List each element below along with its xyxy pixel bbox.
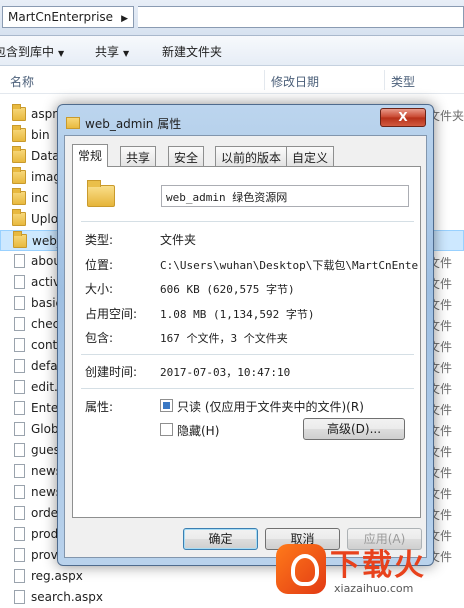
column-divider[interactable]	[384, 70, 385, 90]
file-icon	[14, 422, 25, 436]
column-type[interactable]: 类型	[391, 73, 415, 90]
file-icon	[14, 506, 25, 520]
file-name: Data	[31, 149, 60, 163]
file-icon	[14, 359, 25, 373]
breadcrumb-segment[interactable]: MartCnEnterprise	[8, 10, 113, 24]
folder-icon	[12, 209, 26, 226]
share-label: 共享	[95, 45, 120, 59]
size-value: 606 KB (620,575 字节)	[160, 283, 295, 296]
file-icon	[14, 548, 25, 562]
chevron-right-icon[interactable]: ▶	[121, 14, 128, 24]
folder-icon	[13, 231, 27, 248]
contains-value: 167 个文件，3 个文件夹	[160, 332, 288, 345]
hidden-label[interactable]: 隐藏(H)	[177, 422, 219, 439]
folder-icon	[12, 146, 26, 163]
include-in-library-label: 包含到库中	[0, 45, 55, 59]
tab-sharing[interactable]: 共享	[120, 146, 157, 166]
breadcrumb[interactable]: MartCnEnterprise ▶	[2, 6, 134, 28]
created-value: 2017-07-03，10:47:10	[160, 366, 291, 379]
location-label: 位置:	[85, 258, 114, 272]
divider	[81, 354, 414, 355]
watermark-logo-icon	[276, 544, 326, 594]
file-icon	[14, 569, 25, 583]
folder-icon	[66, 117, 80, 129]
tab-general[interactable]: 常规	[72, 144, 109, 167]
folder-icon	[12, 167, 26, 184]
dialog-title: web_admin 属性	[85, 117, 182, 131]
dialog-client: 常规 共享 安全 以前的版本 自定义 web_admin 绿色资源网 类型: 文…	[64, 135, 427, 558]
hidden-checkbox[interactable]	[160, 423, 173, 436]
readonly-checkbox[interactable]	[160, 399, 173, 412]
new-folder-button[interactable]: 新建文件夹	[162, 43, 222, 60]
attributes-label: 属性:	[85, 400, 114, 414]
tab-previous-versions[interactable]: 以前的版本	[215, 146, 288, 166]
column-header: 名称 修改日期 类型	[0, 66, 464, 94]
type-label: 类型:	[85, 233, 114, 247]
share-button[interactable]: 共享 ▼	[95, 43, 129, 60]
file-name: reg.aspx	[31, 569, 83, 583]
column-name[interactable]: 名称	[10, 73, 34, 90]
file-icon	[14, 338, 25, 352]
advanced-button[interactable]: 高级(D)...	[303, 418, 405, 440]
file-icon	[14, 380, 25, 394]
folder-icon	[12, 104, 26, 121]
size-label: 大小:	[85, 282, 114, 296]
file-icon	[14, 527, 25, 541]
divider	[81, 388, 414, 389]
disk-size-label: 占用空间:	[85, 307, 138, 321]
disk-size-value: 1.08 MB (1,134,592 字节)	[160, 308, 315, 321]
file-icon	[14, 275, 25, 289]
file-icon	[14, 464, 25, 478]
divider	[81, 221, 414, 222]
ok-button[interactable]: 确定	[183, 528, 258, 550]
column-divider[interactable]	[264, 70, 265, 90]
folder-name-input[interactable]: web_admin 绿色资源网	[161, 185, 409, 207]
address-bar: MartCnEnterprise ▶	[0, 0, 464, 36]
include-in-library-button[interactable]: 包含到库中 ▼	[0, 43, 64, 60]
properties-dialog: web_admin 属性 X 常规 共享 安全 以前的版本 自定义 web_ad…	[57, 104, 434, 566]
created-label: 创建时间:	[85, 365, 138, 379]
readonly-label[interactable]: 只读 (仅应用于文件夹中的文件)(R)	[177, 398, 364, 415]
chevron-down-icon: ▼	[58, 49, 65, 58]
file-name: inc	[31, 191, 49, 205]
close-icon: X	[398, 110, 408, 124]
file-icon	[14, 317, 25, 331]
file-icon	[14, 443, 25, 457]
file-icon	[14, 401, 25, 415]
file-icon	[14, 485, 25, 499]
type-value: 文件夹	[160, 233, 197, 247]
folder-icon	[12, 125, 26, 142]
watermark-brand: 下载火	[330, 548, 426, 583]
folder-icon	[87, 180, 115, 207]
file-icon	[14, 254, 25, 268]
close-button[interactable]: X	[380, 108, 426, 127]
address-field[interactable]	[138, 6, 464, 28]
explorer-toolbar: 包含到库中 ▼ 共享 ▼ 新建文件夹	[0, 36, 464, 66]
new-folder-label: 新建文件夹	[162, 45, 223, 59]
folder-icon	[12, 188, 26, 205]
file-icon	[14, 296, 25, 310]
file-name: bin	[31, 128, 50, 142]
general-tab-panel: web_admin 绿色资源网 类型: 文件夹 位置: C:\Users\wuh…	[72, 166, 421, 518]
location-value: C:\Users\wuhan\Desktop\下载包\MartCnEnter	[160, 259, 418, 272]
contains-label: 包含:	[85, 331, 114, 345]
tab-security[interactable]: 安全	[168, 146, 205, 166]
watermark-url: xiazaihuo.com	[334, 582, 414, 595]
tab-customize[interactable]: 自定义	[286, 146, 335, 166]
chevron-down-icon: ▼	[123, 49, 130, 58]
column-modified[interactable]: 修改日期	[271, 73, 319, 90]
